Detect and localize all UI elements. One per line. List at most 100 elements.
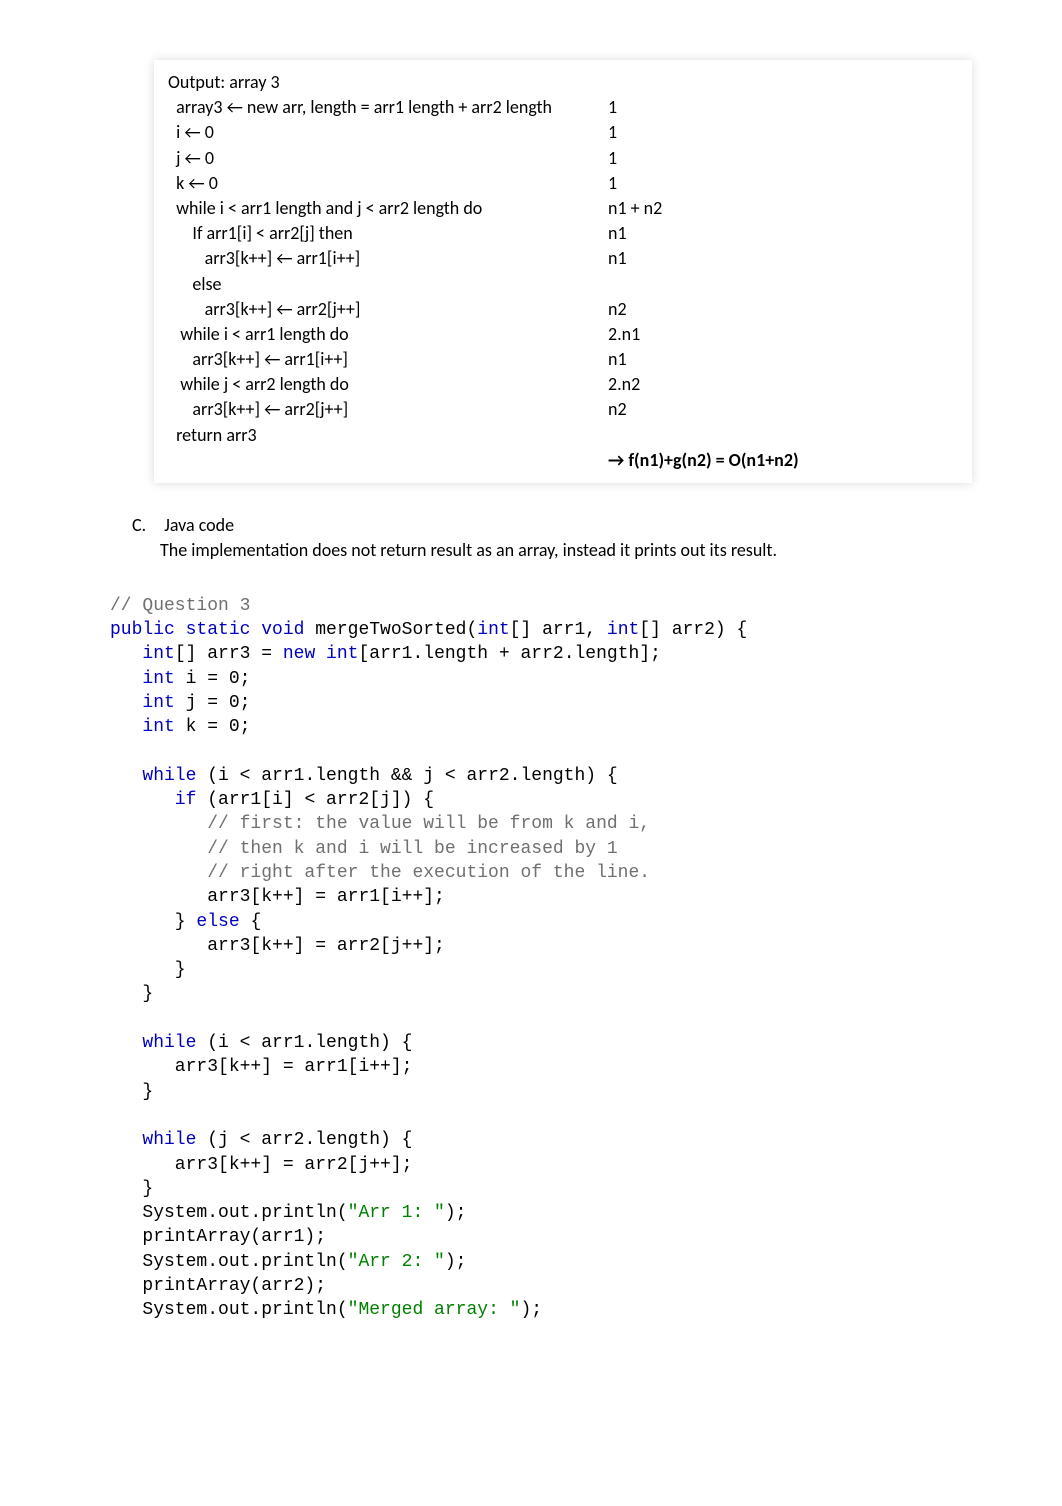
pseudo-row: Output: array 3 (168, 70, 958, 95)
code-kw: int (477, 620, 509, 640)
pseudo-left: array3 ← new arr, length = arr1 length +… (168, 95, 608, 120)
code-text: ; (240, 669, 251, 689)
pseudo-left: while i < arr1 length and j < arr2 lengt… (168, 196, 608, 221)
pseudo-right: 1 (608, 95, 617, 120)
pseudo-left: j ← 0 (168, 146, 608, 171)
code-text: ); (520, 1300, 542, 1320)
pseudo-row: arr3[k++] ← arr2[j++]n2 (168, 297, 958, 322)
pseudo-left: arr3[k++] ← arr2[j++] (168, 297, 608, 322)
section-description: The implementation does not return resul… (160, 538, 972, 563)
code-kw: public static void (110, 620, 304, 640)
code-text: arr3[k++] = arr2[j++]; (110, 1155, 412, 1175)
pseudo-row: → f(n1)+g(n2) = O(n1+n2) (168, 448, 958, 473)
code-text: k = (175, 717, 229, 737)
pseudo-left: arr3[k++] ← arr2[j++] (168, 397, 608, 422)
code-text: ); (445, 1203, 467, 1223)
code-comment: // then k and i will be increased by 1 (110, 839, 618, 859)
code-kw: int (607, 620, 639, 640)
pseudo-left: else (168, 272, 608, 297)
code-num: 0 (229, 669, 240, 689)
pseudocode-box: Output: array 3 array3 ← new arr, length… (154, 60, 972, 483)
code-kw: while (110, 1033, 196, 1053)
code-text: } (110, 984, 153, 1004)
pseudo-right: n1 + n2 (608, 196, 662, 221)
code-comment: // Question 3 (110, 596, 250, 616)
pseudo-row: arr3[k++] ← arr2[j++]n2 (168, 397, 958, 422)
code-string: "Merged array: " (348, 1300, 521, 1320)
pseudo-left: k ← 0 (168, 171, 608, 196)
pseudo-row: array3 ← new arr, length = arr1 length +… (168, 95, 958, 120)
pseudo-row: k ← 01 (168, 171, 958, 196)
code-text: (i < arr1.length && j < arr2.length) { (196, 766, 617, 786)
code-text: (j < arr2.length) { (196, 1130, 412, 1150)
code-text: i = (175, 669, 229, 689)
section-title: Java code (164, 514, 234, 536)
code-text: } (110, 1179, 153, 1199)
code-text: } (110, 1082, 153, 1102)
code-kw: else (196, 912, 239, 932)
code-text: [] arr1, (510, 620, 607, 640)
pseudo-row: while i < arr1 length and j < arr2 lengt… (168, 196, 958, 221)
code-text: System.out.println( (110, 1252, 348, 1272)
code-num: 0 (229, 717, 240, 737)
code-string: "Arr 1: " (348, 1203, 445, 1223)
document-page: Output: array 3 array3 ← new arr, length… (0, 0, 1062, 1363)
pseudo-right: n1 (608, 246, 627, 271)
code-text: } (110, 912, 196, 932)
code-kw: int (110, 644, 175, 664)
pseudo-right: n2 (608, 397, 627, 422)
code-text: ; (240, 693, 251, 713)
pseudo-left: while j < arr2 length do (168, 372, 608, 397)
code-text: arr3[k++] = arr1[i++]; (110, 1057, 412, 1077)
code-comment: // right after the execution of the line… (110, 863, 650, 883)
pseudo-right: n1 (608, 347, 627, 372)
pseudo-right: n2 (608, 297, 627, 322)
code-kw: if (110, 790, 196, 810)
code-text: printArray(arr2); (110, 1276, 326, 1296)
code-text: j = (175, 693, 229, 713)
code-text: (arr1[i] < arr2[j]) { (196, 790, 434, 810)
code-text: } (110, 960, 186, 980)
pseudo-right: 1 (608, 171, 617, 196)
pseudo-row: i ← 01 (168, 120, 958, 145)
code-kw: int (110, 717, 175, 737)
pseudo-left (168, 448, 608, 473)
pseudo-left: i ← 0 (168, 120, 608, 145)
code-text: System.out.println( (110, 1300, 348, 1320)
code-kw: while (110, 766, 196, 786)
pseudo-left: If arr1[i] < arr2[j] then (168, 221, 608, 246)
pseudo-row: else (168, 272, 958, 297)
pseudo-right: 1 (608, 146, 617, 171)
code-text: arr3[k++] = arr2[j++]; (110, 936, 445, 956)
pseudo-left: Output: array 3 (168, 70, 608, 95)
pseudo-left: arr3[k++] ← arr1[i++] (168, 347, 608, 372)
code-kw: int (110, 693, 175, 713)
pseudo-right: n1 (608, 221, 627, 246)
pseudo-row: while i < arr1 length do2.n1 (168, 322, 958, 347)
pseudo-row: If arr1[i] < arr2[j] thenn1 (168, 221, 958, 246)
code-text: [] arr3 = (175, 644, 283, 664)
pseudo-row: while j < arr2 length do2.n2 (168, 372, 958, 397)
code-text: arr3[k++] = arr1[i++]; (110, 887, 445, 907)
code-comment: // first: the value will be from k and i… (110, 814, 650, 834)
pseudo-left: return arr3 (168, 423, 608, 448)
code-text: [] arr2) { (639, 620, 747, 640)
section-c-heading: C. Java code (132, 513, 972, 538)
code-text: printArray(arr1); (110, 1227, 326, 1247)
code-text: mergeTwoSorted( (304, 620, 477, 640)
code-text: [arr1.length + arr2.length]; (358, 644, 660, 664)
code-string: "Arr 2: " (348, 1252, 445, 1272)
pseudo-row: arr3[k++] ← arr1[i++]n1 (168, 246, 958, 271)
pseudo-row: j ← 01 (168, 146, 958, 171)
code-text: (i < arr1.length) { (196, 1033, 412, 1053)
code-text: ; (240, 717, 251, 737)
code-num: 0 (229, 693, 240, 713)
code-text: System.out.println( (110, 1203, 348, 1223)
java-code-block: // Question 3 public static void mergeTw… (110, 569, 972, 1322)
pseudo-right: 2.n1 (608, 322, 640, 347)
pseudo-right: 2.n2 (608, 372, 640, 397)
code-text: { (240, 912, 262, 932)
code-kw: new int (283, 644, 359, 664)
pseudo-left: arr3[k++] ← arr1[i++] (168, 246, 608, 271)
section-letter: C. (132, 513, 160, 538)
